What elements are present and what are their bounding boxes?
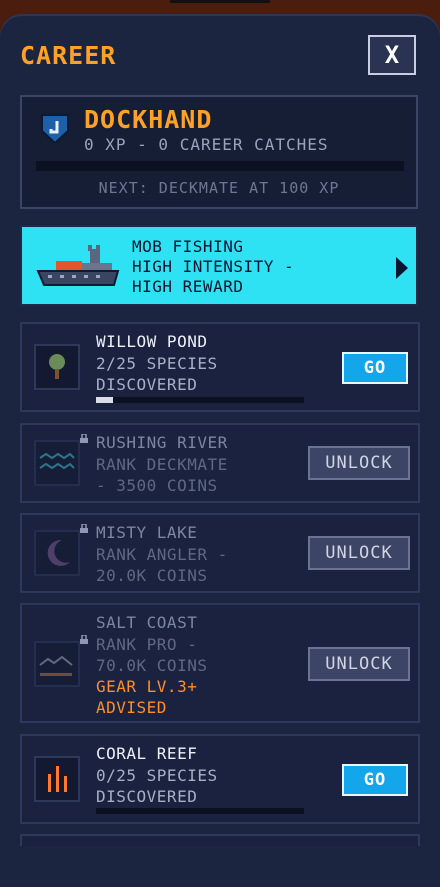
rank-next-label: NEXT: DECKMATE AT 100 XP bbox=[98, 179, 340, 197]
location-card-willow-pond: WILLOW POND 2/25 SPECIES DISCOVERED GO bbox=[20, 322, 420, 412]
species-progress-fill bbox=[96, 397, 113, 403]
moon-icon bbox=[34, 530, 80, 576]
lock-icon bbox=[80, 434, 88, 443]
tree-icon bbox=[34, 344, 80, 390]
unlock-button[interactable]: UNLOCK bbox=[308, 536, 410, 570]
location-card-next bbox=[20, 834, 420, 846]
species-count: 2/25 SPECIES bbox=[96, 354, 218, 373]
close-button[interactable]: X bbox=[368, 35, 416, 75]
location-card-misty-lake: MISTY LAKE RANK ANGLER - 20.0K COINS UNL… bbox=[20, 513, 420, 593]
coast-icon bbox=[34, 641, 80, 687]
rank-subtitle: 0 XP - 0 CAREER CATCHES bbox=[84, 135, 329, 154]
unlock-requirement-cost: 70.0K COINS bbox=[96, 656, 208, 675]
unlock-requirement-cost: - 3500 COINS bbox=[96, 476, 218, 495]
lock-icon bbox=[80, 524, 88, 533]
location-name: WILLOW POND bbox=[96, 332, 208, 351]
arrow-right-icon bbox=[396, 257, 408, 279]
rank-name: DOCKHAND bbox=[84, 105, 213, 134]
go-button[interactable]: GO bbox=[342, 764, 408, 796]
top-handle bbox=[170, 0, 270, 3]
location-card-salt-coast: SALT COAST RANK PRO - 70.0K COINS GEAR L… bbox=[20, 603, 420, 723]
species-label: DISCOVERED bbox=[96, 787, 198, 806]
boat-icon bbox=[36, 245, 120, 286]
species-progress-bar bbox=[96, 808, 304, 814]
location-name: MISTY LAKE bbox=[96, 523, 198, 542]
shield-icon bbox=[41, 114, 69, 145]
unlock-requirement-rank: RANK DECKMATE bbox=[96, 455, 228, 474]
species-count: 0/25 SPECIES bbox=[96, 766, 218, 785]
location-card-coral-reef: CORAL REEF 0/25 SPECIES DISCOVERED GO bbox=[20, 734, 420, 824]
location-name: SALT COAST bbox=[96, 613, 198, 632]
unlock-requirement-rank: RANK ANGLER - bbox=[96, 545, 228, 564]
unlock-button[interactable]: UNLOCK bbox=[308, 446, 410, 480]
gear-warning: GEAR LV.3+ bbox=[96, 677, 198, 696]
mob-desc-1: HIGH INTENSITY - bbox=[132, 257, 295, 276]
location-name: CORAL REEF bbox=[96, 744, 198, 763]
unlock-requirement-cost: 20.0K COINS bbox=[96, 566, 208, 585]
coral-icon bbox=[34, 756, 80, 802]
mob-desc-2: HIGH REWARD bbox=[132, 277, 244, 296]
mob-fishing-card[interactable]: MOB FISHING HIGH INTENSITY - HIGH REWARD bbox=[20, 225, 418, 306]
species-progress-bar bbox=[96, 397, 304, 403]
location-card-rushing-river: RUSHING RIVER RANK DECKMATE - 3500 COINS… bbox=[20, 423, 420, 503]
go-button[interactable]: GO bbox=[342, 352, 408, 384]
gear-warning-advised: ADVISED bbox=[96, 698, 167, 717]
unlock-requirement-rank: RANK PRO - bbox=[96, 635, 198, 654]
species-label: DISCOVERED bbox=[96, 375, 198, 394]
river-icon bbox=[34, 440, 80, 486]
mob-title: MOB FISHING bbox=[132, 237, 244, 256]
rank-xp-bar bbox=[36, 161, 404, 171]
lock-icon bbox=[80, 635, 88, 644]
rank-card: DOCKHAND 0 XP - 0 CAREER CATCHES NEXT: D… bbox=[20, 95, 418, 209]
location-name: RUSHING RIVER bbox=[96, 433, 228, 452]
unlock-button[interactable]: UNLOCK bbox=[308, 647, 410, 681]
page-title: CAREER bbox=[20, 41, 117, 70]
